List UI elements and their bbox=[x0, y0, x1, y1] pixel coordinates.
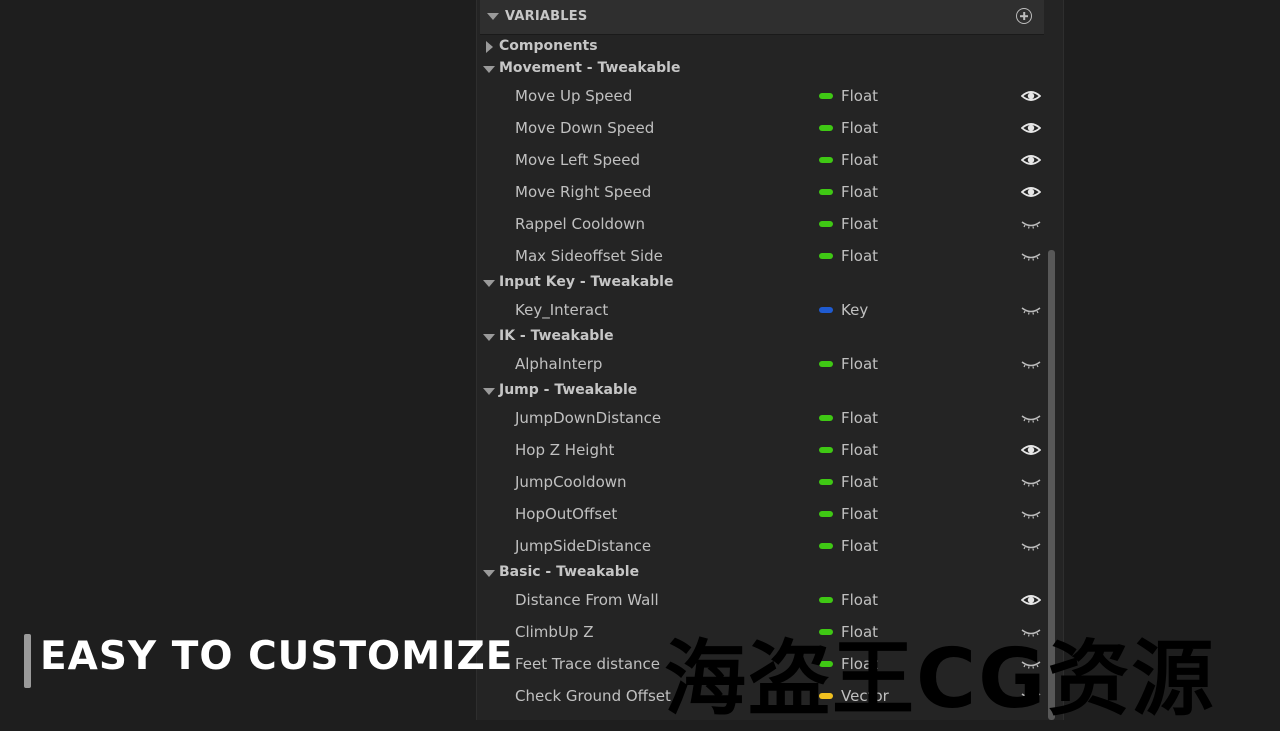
eye-closed-icon[interactable] bbox=[1021, 302, 1041, 318]
variable-type[interactable]: Float bbox=[841, 441, 878, 459]
variable-name: ClimbUp Z bbox=[515, 623, 594, 641]
variable-name: JumpCooldown bbox=[515, 473, 627, 491]
type-color-pill[interactable] bbox=[819, 253, 833, 259]
category-label: IK - Tweakable bbox=[499, 328, 614, 344]
variable-name: Distance From Wall bbox=[515, 591, 659, 609]
variable-type[interactable]: Float bbox=[841, 151, 878, 169]
variable-row[interactable]: Max Sideoffset Side Float bbox=[477, 240, 1049, 272]
eye-closed-icon[interactable] bbox=[1021, 356, 1041, 372]
eye-open-icon[interactable] bbox=[1021, 152, 1041, 168]
variable-name: Rappel Cooldown bbox=[515, 215, 645, 233]
variable-type[interactable]: Float bbox=[841, 473, 878, 491]
variable-row[interactable]: Key_Interact Key bbox=[477, 294, 1049, 326]
type-color-pill[interactable] bbox=[819, 221, 833, 227]
category-label: Jump - Tweakable bbox=[499, 382, 637, 398]
variable-name: Max Sideoffset Side bbox=[515, 247, 663, 265]
variables-header[interactable]: VARIABLES bbox=[480, 0, 1044, 35]
variable-type[interactable]: Float bbox=[841, 591, 878, 609]
type-color-pill[interactable] bbox=[819, 415, 833, 421]
expand-arrow-icon[interactable] bbox=[483, 280, 495, 287]
variable-row[interactable]: Hop Z Height Float bbox=[477, 434, 1049, 466]
variable-row[interactable]: JumpCooldown Float bbox=[477, 466, 1049, 498]
eye-closed-icon[interactable] bbox=[1021, 474, 1041, 490]
eye-closed-icon[interactable] bbox=[1021, 538, 1041, 554]
variable-name: Move Right Speed bbox=[515, 183, 651, 201]
eye-closed-icon[interactable] bbox=[1021, 506, 1041, 522]
promo-badge-text: EASY TO CUSTOMIZE bbox=[40, 634, 513, 679]
variable-name: Hop Z Height bbox=[515, 441, 614, 459]
variable-type[interactable]: Float bbox=[841, 87, 878, 105]
category-label: Input Key - Tweakable bbox=[499, 274, 673, 290]
category-header[interactable]: Basic - Tweakable bbox=[477, 562, 1049, 584]
variable-name: Move Up Speed bbox=[515, 87, 632, 105]
variable-name: Feet Trace distance bbox=[515, 655, 660, 673]
variable-row[interactable]: JumpDownDistance Float bbox=[477, 402, 1049, 434]
type-color-pill[interactable] bbox=[819, 361, 833, 367]
category-header[interactable]: IK - Tweakable bbox=[477, 326, 1049, 348]
eye-open-icon[interactable] bbox=[1021, 442, 1041, 458]
type-color-pill[interactable] bbox=[819, 189, 833, 195]
variable-list: Components Movement - Tweakable Move Up Sp… bbox=[477, 36, 1049, 712]
type-color-pill[interactable] bbox=[819, 125, 833, 131]
variables-title: VARIABLES bbox=[505, 9, 587, 24]
type-color-pill[interactable] bbox=[819, 307, 833, 313]
expand-arrow-icon[interactable] bbox=[483, 388, 495, 395]
variable-name: JumpDownDistance bbox=[515, 409, 661, 427]
category-header[interactable]: Jump - Tweakable bbox=[477, 380, 1049, 402]
variable-type[interactable]: Float bbox=[841, 119, 878, 137]
eye-closed-icon[interactable] bbox=[1021, 216, 1041, 232]
variable-name: Move Down Speed bbox=[515, 119, 654, 137]
variable-row[interactable]: AlphaInterp Float bbox=[477, 348, 1049, 380]
add-variable-button[interactable] bbox=[1016, 8, 1032, 24]
badge-accent-bar bbox=[24, 634, 31, 688]
category-label: Movement - Tweakable bbox=[499, 60, 680, 76]
expand-arrow-icon[interactable] bbox=[483, 570, 495, 577]
variable-type[interactable]: Float bbox=[841, 247, 878, 265]
category-header[interactable]: Components bbox=[477, 36, 1049, 58]
variable-row[interactable]: Move Right Speed Float bbox=[477, 176, 1049, 208]
variable-name: HopOutOffset bbox=[515, 505, 617, 523]
variable-row[interactable]: Move Left Speed Float bbox=[477, 144, 1049, 176]
eye-open-icon[interactable] bbox=[1021, 184, 1041, 200]
variable-type[interactable]: Float bbox=[841, 537, 878, 555]
variable-type[interactable]: Float bbox=[841, 183, 878, 201]
collapsed-arrow-icon[interactable] bbox=[486, 41, 493, 53]
type-color-pill[interactable] bbox=[819, 93, 833, 99]
eye-open-icon[interactable] bbox=[1021, 120, 1041, 136]
category-header[interactable]: Movement - Tweakable bbox=[477, 58, 1049, 80]
eye-closed-icon[interactable] bbox=[1021, 248, 1041, 264]
type-color-pill[interactable] bbox=[819, 543, 833, 549]
category-label: Components bbox=[499, 38, 598, 54]
variable-type[interactable]: Key bbox=[841, 301, 868, 319]
eye-closed-icon[interactable] bbox=[1021, 410, 1041, 426]
watermark-text: 海盗王CG资源 bbox=[664, 612, 1216, 731]
collapse-arrow-icon[interactable] bbox=[487, 13, 499, 20]
category-label: Basic - Tweakable bbox=[499, 564, 639, 580]
variable-row[interactable]: JumpSideDistance Float bbox=[477, 530, 1049, 562]
variable-type[interactable]: Float bbox=[841, 505, 878, 523]
type-color-pill[interactable] bbox=[819, 597, 833, 603]
expand-arrow-icon[interactable] bbox=[483, 334, 495, 341]
variable-type[interactable]: Float bbox=[841, 355, 878, 373]
eye-open-icon[interactable] bbox=[1021, 592, 1041, 608]
variable-type[interactable]: Float bbox=[841, 215, 878, 233]
variable-row[interactable]: HopOutOffset Float bbox=[477, 498, 1049, 530]
type-color-pill[interactable] bbox=[819, 479, 833, 485]
expand-arrow-icon[interactable] bbox=[483, 66, 495, 73]
category-header[interactable]: Input Key - Tweakable bbox=[477, 272, 1049, 294]
variable-row[interactable]: Rappel Cooldown Float bbox=[477, 208, 1049, 240]
type-color-pill[interactable] bbox=[819, 447, 833, 453]
eye-open-icon[interactable] bbox=[1021, 88, 1041, 104]
variable-name: Key_Interact bbox=[515, 301, 608, 319]
variable-name: JumpSideDistance bbox=[515, 537, 651, 555]
variable-type[interactable]: Float bbox=[841, 409, 878, 427]
variable-name: AlphaInterp bbox=[515, 355, 602, 373]
type-color-pill[interactable] bbox=[819, 511, 833, 517]
variable-name: Move Left Speed bbox=[515, 151, 640, 169]
variable-name: Check Ground Offset bbox=[515, 687, 671, 705]
variable-row[interactable]: Move Down Speed Float bbox=[477, 112, 1049, 144]
type-color-pill[interactable] bbox=[819, 157, 833, 163]
variable-row[interactable]: Move Up Speed Float bbox=[477, 80, 1049, 112]
